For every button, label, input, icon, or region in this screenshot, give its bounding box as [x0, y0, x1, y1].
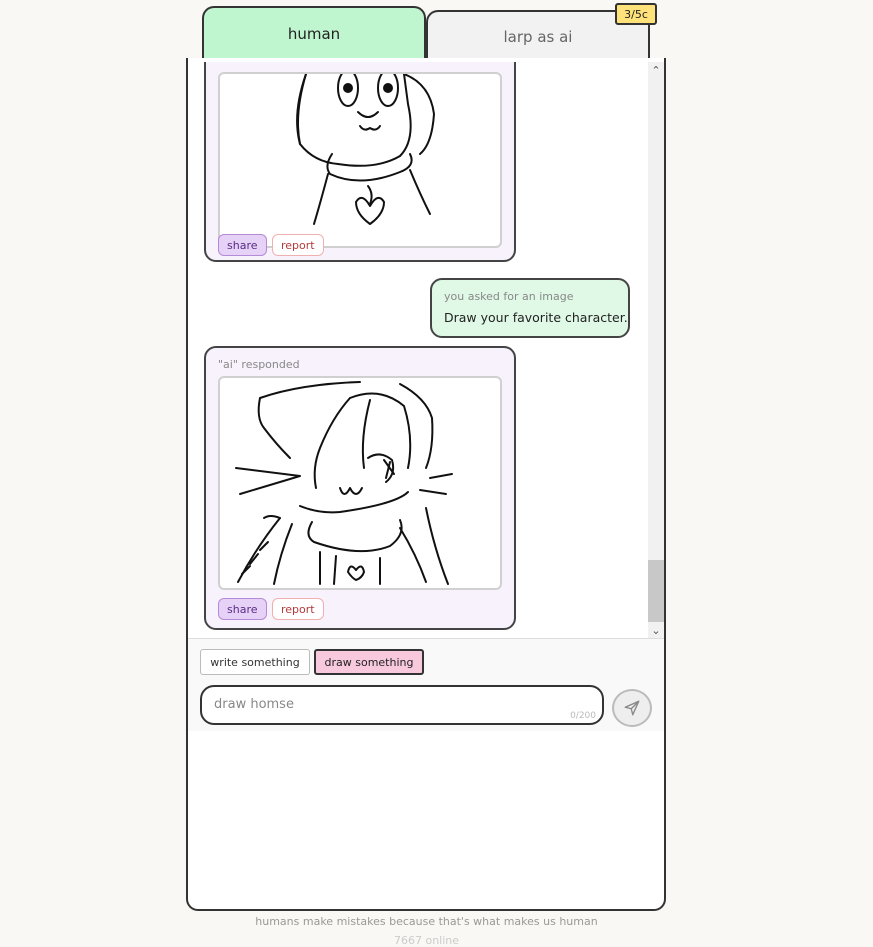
composer: write something draw something draw homs… — [188, 638, 664, 731]
scrollbar-thumb[interactable] — [648, 560, 664, 622]
report-button[interactable]: report — [272, 598, 324, 620]
tab-larp-label: larp as ai — [503, 28, 573, 46]
prompt-input[interactable]: draw homse 0/200 — [200, 685, 604, 725]
chat-scrollbar[interactable]: ⌃ ⌄ — [648, 62, 664, 638]
user-message-bubble: you asked for an image Draw your favorit… — [430, 278, 630, 338]
chat-scroll-area[interactable]: share report you asked for an image Draw… — [188, 62, 648, 638]
online-count: 7667 online — [393, 934, 460, 947]
footer-tagline: humans make mistakes because that's what… — [255, 915, 598, 928]
drawing-character-icon — [296, 74, 435, 225]
prompt-input-value: draw homse — [214, 697, 294, 712]
ai-drawing — [218, 72, 502, 248]
drawing-character-icon — [235, 381, 453, 585]
chevron-down-icon[interactable]: ⌄ — [648, 622, 664, 638]
tab-human[interactable]: human — [202, 6, 426, 60]
share-button[interactable]: share — [218, 234, 267, 256]
user-message-label: you asked for an image — [444, 290, 574, 303]
report-button[interactable]: report — [272, 234, 324, 256]
draw-something-button[interactable]: draw something — [314, 649, 424, 675]
share-button[interactable]: share — [218, 598, 267, 620]
credits-badge: 3/5c — [615, 3, 657, 25]
ai-drawing — [218, 376, 502, 590]
send-button[interactable] — [612, 689, 652, 727]
ai-message-card: share report — [204, 62, 516, 262]
user-message-text: Draw your favorite character. — [444, 310, 628, 325]
ai-response-label: "ai" responded — [218, 358, 300, 371]
ai-message-card: "ai" responded share report — [204, 346, 516, 630]
send-icon — [624, 700, 640, 716]
write-something-button[interactable]: write something — [200, 649, 310, 675]
chevron-up-icon[interactable]: ⌃ — [648, 62, 664, 78]
tab-human-label: human — [287, 25, 341, 43]
char-count: 0/200 — [570, 711, 596, 721]
